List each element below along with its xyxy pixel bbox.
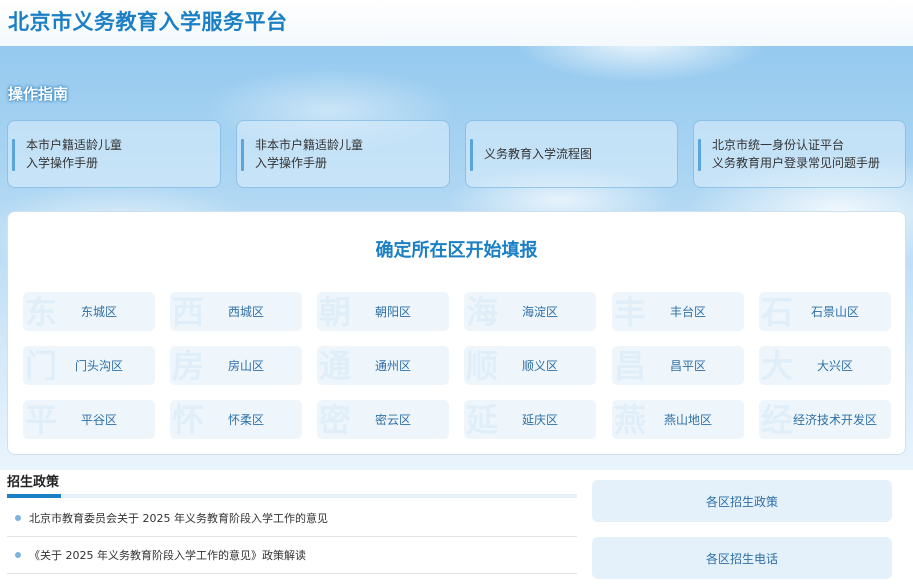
district-button[interactable]: 密密云区 [317,400,449,439]
district-button[interactable]: 延延庆区 [464,400,596,439]
policy-link-text: 《关于 2025 年义务教育阶段入学工作的意见》政策解读 [29,549,306,562]
accent-bar [470,139,473,171]
district-button[interactable]: 石石景山区 [759,292,891,331]
header-bar: 北京市义务教育入学服务平台 [0,0,913,46]
district-label: 东城区 [80,305,117,319]
district-label: 怀柔区 [227,413,264,427]
district-button[interactable]: 房房山区 [170,346,302,385]
district-button[interactable]: 大大兴区 [759,346,891,385]
district-button[interactable]: 西西城区 [170,292,302,331]
district-label: 海淀区 [521,305,558,319]
district-label: 延庆区 [521,413,558,427]
guide-card-line1: 本市户籍适龄儿童 [26,138,123,152]
district-label: 通州区 [374,359,411,373]
bullet-icon [15,552,21,558]
district-button[interactable]: 海海淀区 [464,292,596,331]
district-label: 经济技术开发区 [792,413,877,427]
guide-card-line2: 义务教育用户登录常见问题手册 [712,156,881,170]
district-policy-button[interactable]: 各区招生政策 [592,480,892,522]
district-button[interactable]: 顺顺义区 [464,346,596,385]
district-label: 平谷区 [80,413,117,427]
district-button[interactable]: 怀怀柔区 [170,400,302,439]
district-label: 密云区 [374,413,411,427]
guide-card-line1: 义务教育入学流程图 [484,147,593,161]
district-button[interactable]: 通通州区 [317,346,449,385]
guide-card-line1: 北京市统一身份认证平台 [712,138,845,152]
accent-bar [12,139,15,171]
policy-heading: 招生政策 [7,475,60,490]
district-label: 石景山区 [810,305,859,319]
policy-link-text: 北京市教育委员会关于 2025 年义务教育阶段入学工作的意见 [29,512,328,525]
district-button[interactable]: 昌昌平区 [612,346,744,385]
district-label: 顺义区 [521,359,558,373]
policy-link[interactable]: 《关于 2025 年义务教育阶段入学工作的意见》政策解读 [7,537,577,574]
guide-card-login-faq[interactable]: 北京市统一身份认证平台 义务教育用户登录常见问题手册 [693,120,906,188]
district-button[interactable]: 丰丰台区 [612,292,744,331]
accent-bar [698,139,701,171]
guide-card-line2: 入学操作手册 [26,156,99,170]
guide-card-flowchart[interactable]: 义务教育入学流程图 [465,120,678,188]
district-label: 燕山地区 [663,413,712,427]
policy-divider [7,494,577,498]
guide-card-line2: 入学操作手册 [255,156,328,170]
district-label: 大兴区 [816,359,853,373]
policy-divider-accent [7,494,61,498]
district-button[interactable]: 门门头沟区 [23,346,155,385]
district-panel-title: 确定所在区开始填报 [375,240,538,261]
accent-bar [241,139,244,171]
guide-card-local-children[interactable]: 本市户籍适龄儿童 入学操作手册 [7,120,221,188]
district-button[interactable]: 经经济技术开发区 [759,400,891,439]
bullet-icon [15,515,21,521]
district-button[interactable]: 东东城区 [23,292,155,331]
district-label: 昌平区 [669,359,706,373]
district-label: 丰台区 [669,305,706,319]
guide-heading: 操作指南 [8,85,69,103]
guide-card-nonlocal-children[interactable]: 非本市户籍适龄儿童 入学操作手册 [236,120,450,188]
district-button[interactable]: 平平谷区 [23,400,155,439]
district-button[interactable]: 朝朝阳区 [317,292,449,331]
district-label: 西城区 [227,305,264,319]
policy-link[interactable]: 北京市教育委员会关于 2025 年义务教育阶段入学工作的意见 [7,500,577,537]
guide-card-line1: 非本市户籍适龄儿童 [255,138,364,152]
district-label: 朝阳区 [374,305,411,319]
district-label: 门头沟区 [74,359,123,373]
district-button[interactable]: 燕燕山地区 [612,400,744,439]
district-label: 房山区 [227,359,264,373]
district-phone-button[interactable]: 各区招生电话 [592,537,892,579]
site-title: 北京市义务教育入学服务平台 [8,10,288,34]
